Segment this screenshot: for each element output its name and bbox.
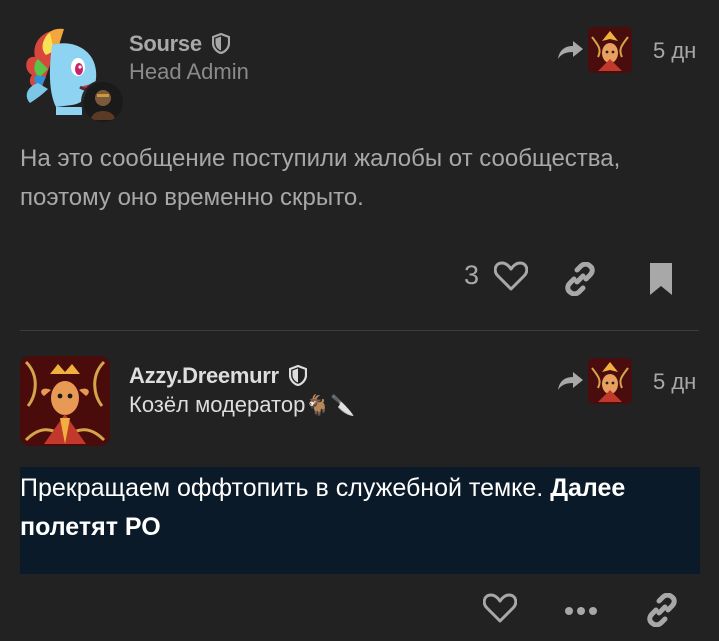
post-body-hidden-notice: На это сообщение поступили жалобы от соо…	[20, 145, 621, 211]
reply-to-avatar[interactable]	[588, 358, 632, 404]
link-icon	[647, 592, 677, 628]
user-title-text: Козёл модератор	[129, 392, 306, 417]
bookmark-button[interactable]	[649, 262, 673, 296]
like-button[interactable]	[482, 593, 518, 623]
post-2: Azzy.Dreemurr Козёл модератор🐐🔪 5 дн Пре…	[0, 331, 719, 641]
username-row: Sourse	[129, 31, 230, 57]
goat-avatar-image	[20, 356, 110, 446]
username[interactable]: Sourse	[129, 31, 202, 56]
heart-icon	[494, 261, 528, 291]
shield-icon	[288, 365, 307, 386]
post-date[interactable]: 5 дн	[653, 369, 696, 395]
copy-link-button[interactable]	[563, 261, 597, 297]
user-avatar[interactable]	[20, 356, 110, 446]
reply-arrow-icon[interactable]	[557, 38, 585, 62]
post-1: Sourse Head Admin 5 дн На это сообщение …	[0, 0, 719, 330]
post-date[interactable]: 5 дн	[653, 38, 696, 64]
username[interactable]: Azzy.Dreemurr	[129, 363, 279, 388]
user-badge-avatar	[81, 80, 125, 124]
bookmark-icon	[650, 263, 672, 295]
link-icon	[565, 261, 595, 297]
user-title: Козёл модератор🐐🔪	[129, 392, 355, 418]
shield-icon	[211, 33, 230, 54]
post-body: Прекращаем оффтопить в служебной темке. …	[20, 467, 700, 574]
username-row: Azzy.Dreemurr	[129, 363, 307, 389]
reply-arrow-icon[interactable]	[557, 369, 585, 393]
user-title-emoji: 🐐🔪	[305, 395, 356, 417]
reply-to-avatar[interactable]	[588, 27, 632, 73]
post-body-normal: Прекращаем оффтопить в служебной темке.	[20, 474, 551, 502]
more-button[interactable]	[564, 603, 598, 615]
user-title: Head Admin	[129, 59, 249, 84]
post-body-text: Прекращаем оффтопить в служебной темке. …	[20, 469, 700, 547]
more-icon	[565, 607, 597, 615]
like-count: 3	[464, 260, 480, 290]
heart-icon	[482, 593, 518, 623]
copy-link-button[interactable]	[645, 592, 679, 628]
